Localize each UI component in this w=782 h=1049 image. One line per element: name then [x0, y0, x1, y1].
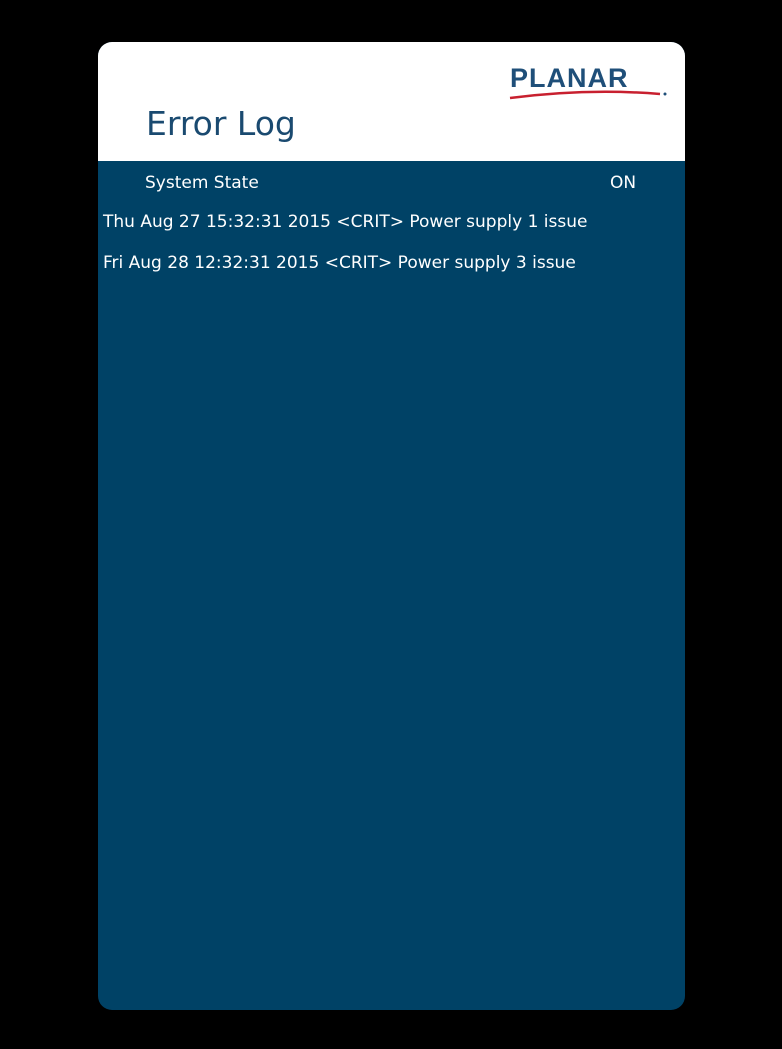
- log-entry: Fri Aug 28 12:32:31 2015 <CRIT> Power su…: [103, 253, 576, 273]
- panel-header: PLANAR Error Log: [98, 42, 685, 161]
- planar-logo: PLANAR: [508, 62, 668, 102]
- logo-swoosh-icon: [509, 90, 667, 100]
- error-log-panel: PLANAR Error Log System State ON Thu Aug…: [98, 42, 685, 1010]
- page-title: Error Log: [146, 104, 296, 143]
- system-state-label: System State: [145, 173, 259, 193]
- log-list: Thu Aug 27 15:32:31 2015 <CRIT> Power su…: [103, 211, 587, 293]
- log-entry: Thu Aug 27 15:32:31 2015 <CRIT> Power su…: [103, 212, 588, 232]
- system-state-value: ON: [610, 173, 637, 193]
- screen-background: PLANAR Error Log System State ON Thu Aug…: [0, 0, 782, 1049]
